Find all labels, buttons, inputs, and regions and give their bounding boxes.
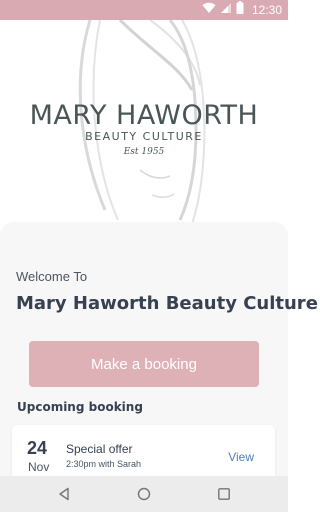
status-time: 12:30: [251, 3, 282, 17]
brand-name: MARY HAWORTH: [29, 100, 259, 131]
booking-title: Special offer: [66, 442, 133, 456]
status-bar: 12:30: [0, 0, 288, 20]
battery-icon: [236, 1, 244, 19]
back-icon[interactable]: [55, 485, 73, 503]
wifi-icon: [202, 1, 216, 19]
app-title: Mary Haworth Beauty Culture: [16, 293, 318, 314]
brand-header: MARY HAWORTH BEAUTY CULTURE Est 1955: [0, 20, 288, 250]
recents-icon[interactable]: [215, 485, 233, 503]
booking-month: Nov: [28, 460, 50, 474]
welcome-text: Welcome To: [16, 269, 88, 284]
booking-day: 24: [27, 438, 48, 458]
main-content: Welcome To Mary Haworth Beauty Culture M…: [0, 222, 318, 485]
upcoming-booking-title: Upcoming booking: [17, 400, 143, 414]
status-icons: 12:30: [202, 1, 282, 19]
navigation-bar: [0, 476, 288, 512]
signal-icon: [220, 1, 232, 19]
make-booking-button[interactable]: Make a booking: [29, 341, 259, 387]
booking-details: 2:30pm with Sarah: [66, 459, 142, 469]
view-booking-link[interactable]: View: [228, 450, 254, 464]
brand-established: Est 1955: [123, 147, 165, 157]
home-icon[interactable]: [135, 485, 153, 503]
brand-subtitle: BEAUTY CULTURE: [85, 130, 203, 143]
